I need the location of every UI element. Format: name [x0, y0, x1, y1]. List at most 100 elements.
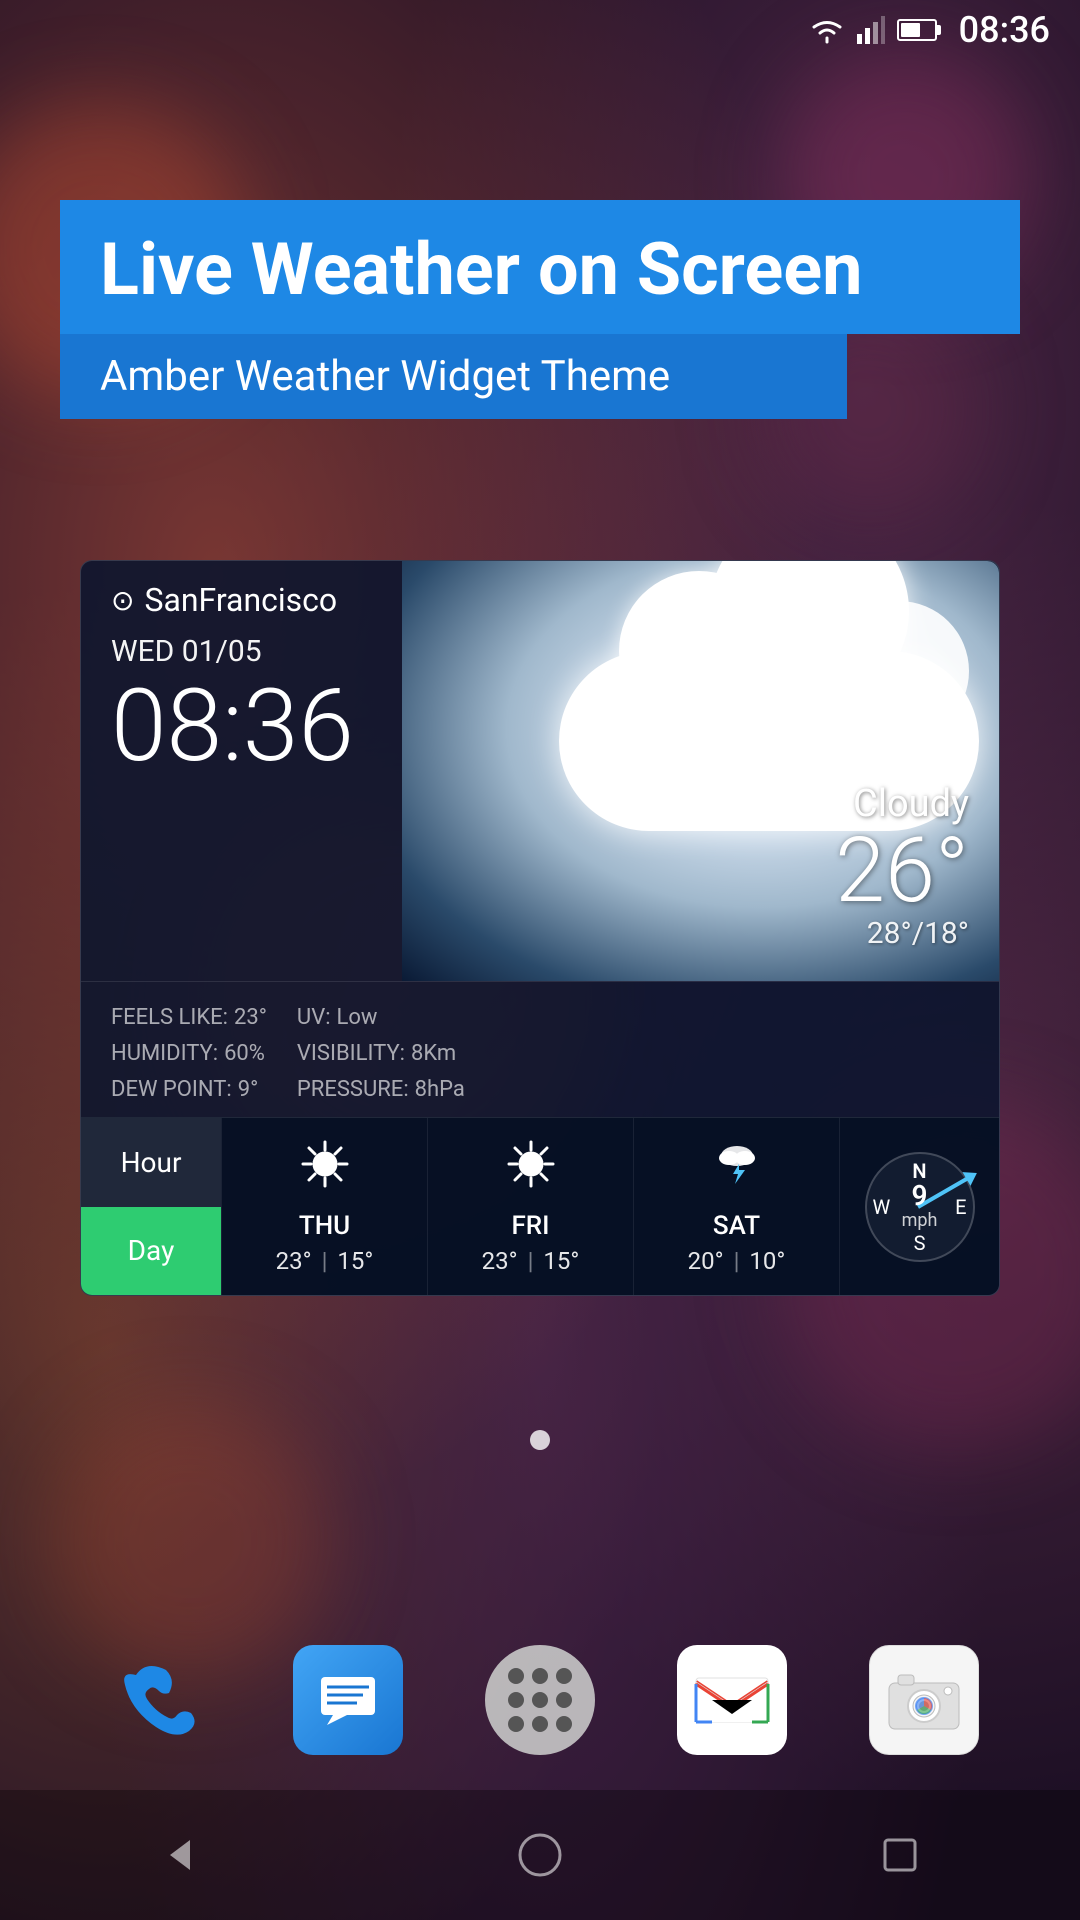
nav-recents-button[interactable]	[875, 1830, 925, 1880]
pressure-label: PRESSURE:	[297, 1077, 409, 1102]
forecast-day-name-fri: FRI	[511, 1211, 549, 1241]
forecast-high-thu: 23°	[276, 1247, 312, 1275]
forecast-temps-fri: 23° | 15°	[482, 1247, 580, 1275]
nav-back-button[interactable]	[155, 1830, 205, 1880]
battery-icon	[897, 19, 937, 41]
header-title: Live Weather on Screen	[100, 230, 980, 309]
forecast-temps-sat: 20° | 10°	[688, 1247, 786, 1275]
wind-unit: mph	[902, 1210, 938, 1231]
forecast-temps-thu: 23° | 15°	[276, 1247, 374, 1275]
feels-like-val: 23°	[234, 1005, 267, 1030]
weather-widget[interactable]: ⊙ SanFrancisco WED 01/05 08:36 Cloudy 26…	[80, 560, 1000, 1296]
gmail-icon[interactable]	[672, 1640, 792, 1760]
compass-center: 9 mph	[902, 1182, 938, 1231]
widget-time: 08:36	[111, 677, 418, 777]
messages-wrap	[293, 1645, 403, 1755]
header-card: Live Weather on Screen Amber Weather Wid…	[60, 200, 1020, 419]
pressure: PRESSURE: 8hPa	[297, 1074, 465, 1102]
widget-right-overlay: Cloudy 26° 28°/18°	[835, 782, 969, 951]
apps-icon[interactable]	[480, 1640, 600, 1760]
widget-top: ⊙ SanFrancisco WED 01/05 08:36 Cloudy 26…	[81, 561, 999, 981]
forecast-low-sat: 10°	[749, 1247, 785, 1275]
forecast-high-fri: 23°	[482, 1247, 518, 1275]
forecast-low-fri: 15°	[543, 1247, 579, 1275]
header-subtitle-bar: Amber Weather Widget Theme	[60, 334, 847, 419]
status-bar: 08:36	[0, 0, 1080, 60]
compass-east: E	[955, 1195, 966, 1219]
forecast-day-sat: SAT 20° | 10°	[633, 1118, 839, 1295]
forecast-icon-sat	[711, 1138, 763, 1203]
widget-forecast: Hour Day	[81, 1117, 999, 1295]
widget-left: ⊙ SanFrancisco WED 01/05 08:36	[81, 561, 448, 817]
camera-wrap	[869, 1645, 979, 1755]
uv-label: UV:	[297, 1005, 331, 1030]
humidity-label: HUMIDITY:	[111, 1041, 218, 1066]
header-subtitle: Amber Weather Widget Theme	[100, 352, 807, 401]
forecast-icon-fri	[505, 1138, 557, 1203]
status-icons: 08:36	[809, 9, 1050, 51]
status-time: 08:36	[959, 9, 1050, 51]
compass-south: S	[914, 1231, 926, 1255]
feels-like-label: FEELS LIKE:	[111, 1005, 228, 1030]
apps-dot-2	[532, 1668, 548, 1684]
wifi-icon	[809, 16, 845, 44]
messages-icon[interactable]	[288, 1640, 408, 1760]
widget-details: FEELS LIKE: 23° HUMIDITY: 60% DEW POINT:…	[81, 981, 999, 1117]
forecast-icon-thu	[299, 1138, 351, 1203]
uv-val: Low	[336, 1005, 377, 1030]
apps-dot-1	[508, 1668, 524, 1684]
location-row: ⊙ SanFrancisco	[111, 581, 418, 619]
header-main: Live Weather on Screen	[60, 200, 1020, 334]
nav-bar	[0, 1790, 1080, 1920]
tab-hour[interactable]: Hour	[81, 1118, 221, 1207]
camera-icon[interactable]	[864, 1640, 984, 1760]
visibility-val: 8Km	[411, 1041, 456, 1066]
humidity-val: 60%	[224, 1041, 265, 1066]
location-name: SanFrancisco	[144, 581, 337, 619]
detail-col-right: UV: Low VISIBILITY: 8Km PRESSURE: 8hPa	[297, 1002, 465, 1102]
pressure-val: 8hPa	[415, 1077, 465, 1102]
forecast-high-sat: 20°	[688, 1247, 724, 1275]
location-icon: ⊙	[111, 584, 134, 617]
dew-point-val: 9°	[238, 1077, 259, 1102]
uv: UV: Low	[297, 1002, 465, 1030]
widget-date: WED 01/05	[111, 634, 418, 669]
signal-icon	[857, 16, 885, 44]
forecast-day-name-sat: SAT	[713, 1211, 760, 1241]
tab-col: Hour Day	[81, 1118, 221, 1295]
page-dot	[530, 1430, 550, 1450]
tab-day[interactable]: Day	[81, 1207, 221, 1296]
forecast-days: THU 23° | 15°	[221, 1118, 839, 1295]
bokeh-5	[50, 1400, 330, 1680]
visibility-label: VISIBILITY:	[297, 1041, 405, 1066]
feels-like: FEELS LIKE: 23°	[111, 1002, 267, 1030]
compass-west: W	[873, 1195, 891, 1219]
phone-icon[interactable]	[96, 1640, 216, 1760]
apps-wrap	[485, 1645, 595, 1755]
weather-range: 28°/18°	[835, 916, 969, 951]
apps-dot-4	[508, 1692, 524, 1708]
wind-speed: 9	[902, 1182, 938, 1210]
apps-grid	[492, 1652, 588, 1748]
detail-col-left: FEELS LIKE: 23° HUMIDITY: 60% DEW POINT:…	[111, 1002, 267, 1102]
apps-dot-6	[556, 1692, 572, 1708]
visibility: VISIBILITY: 8Km	[297, 1038, 465, 1066]
forecast-day-thu: THU 23° | 15°	[221, 1118, 427, 1295]
forecast-low-thu: 15°	[337, 1247, 373, 1275]
dock	[0, 1640, 1080, 1760]
wind-compass: N S E W 9 mph	[839, 1118, 999, 1295]
apps-dot-5	[532, 1692, 548, 1708]
weather-temp: 26°	[835, 826, 969, 916]
page-indicator	[530, 1430, 550, 1454]
compass-circle: N S E W 9 mph	[865, 1152, 975, 1262]
forecast-day-name-thu: THU	[299, 1211, 350, 1241]
apps-dot-8	[532, 1716, 548, 1732]
gmail-wrap	[677, 1645, 787, 1755]
dew-point: DEW POINT: 9°	[111, 1074, 267, 1102]
nav-home-button[interactable]	[515, 1830, 565, 1880]
apps-dot-7	[508, 1716, 524, 1732]
humidity: HUMIDITY: 60%	[111, 1038, 267, 1066]
forecast-day-fri: FRI 23° | 15°	[427, 1118, 633, 1295]
apps-dot-3	[556, 1668, 572, 1684]
apps-dot-9	[556, 1716, 572, 1732]
